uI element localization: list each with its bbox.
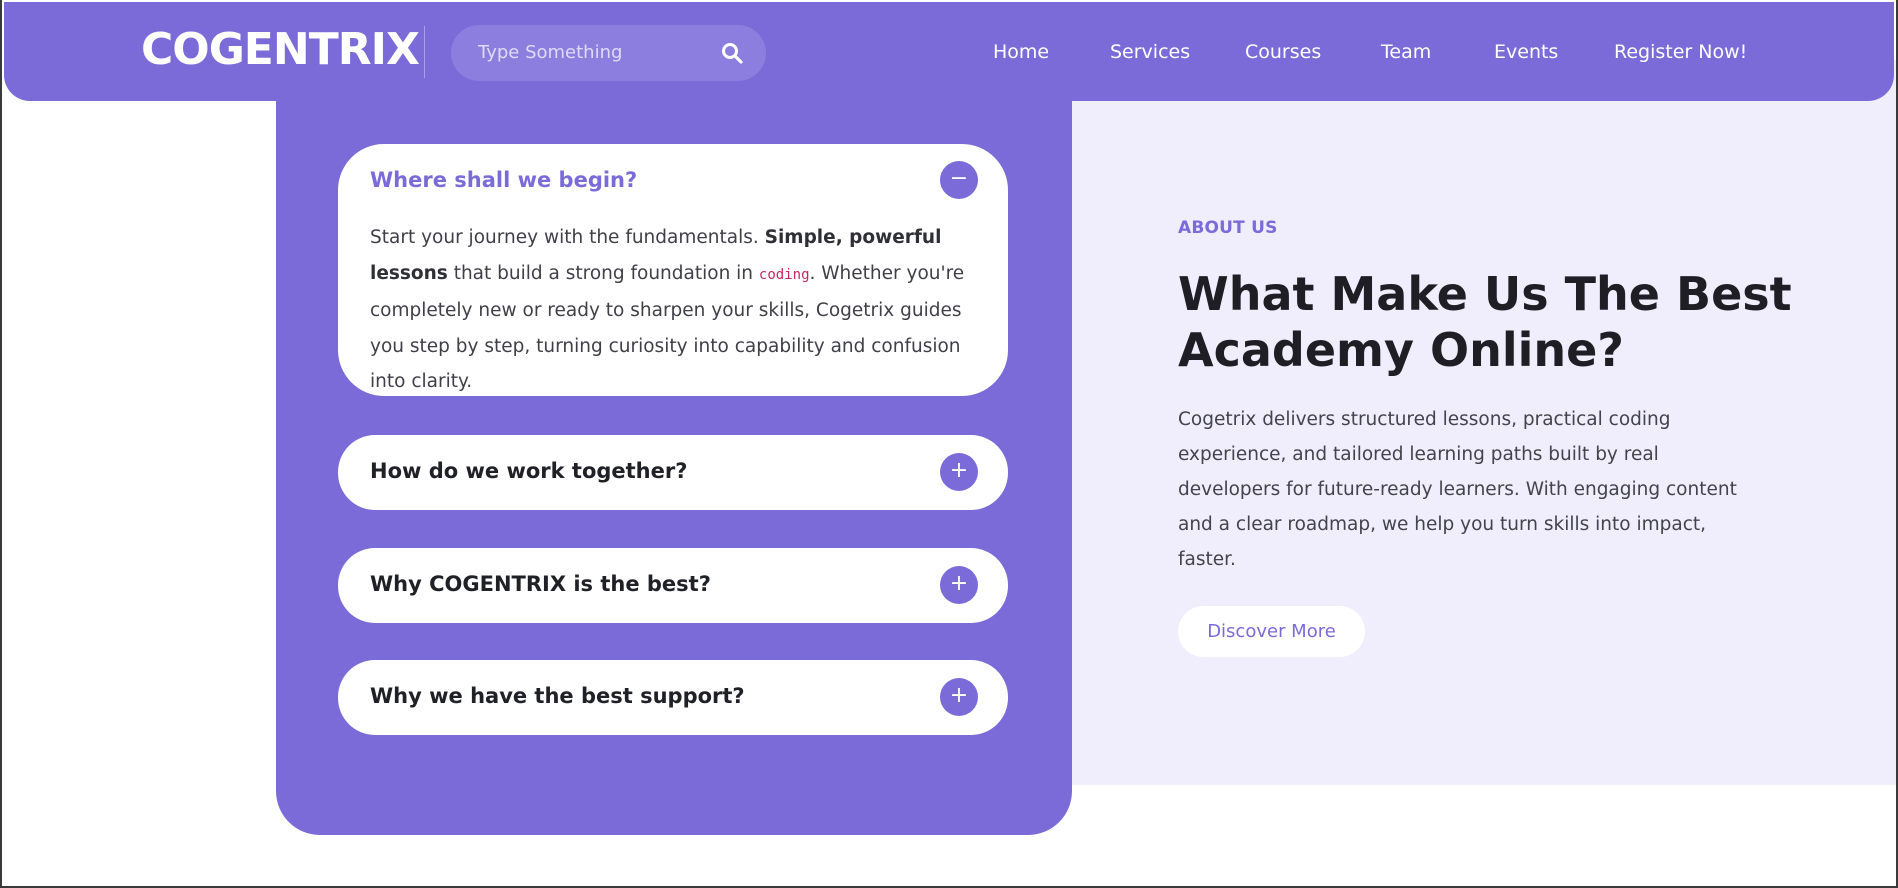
faq-question[interactable]: Where shall we begin? [370,168,637,192]
header-divider [424,26,425,78]
page-frame: Where shall we begin? − Start your journ… [2,0,1896,886]
about-eyebrow: ABOUT US [1178,218,1278,238]
nav-home[interactable]: Home [993,32,1049,72]
discover-more-button[interactable]: Discover More [1178,606,1365,657]
faq-item-where-begin[interactable]: Where shall we begin? − Start your journ… [338,144,1008,396]
nav-courses[interactable]: Courses [1245,32,1321,72]
faq-item-work-together[interactable]: How do we work together? + [338,435,1008,510]
faq-question[interactable]: Why we have the best support? [370,684,745,708]
plus-icon[interactable]: + [940,678,978,716]
faq-panel: Where shall we begin? − Start your journ… [276,60,1072,835]
faq-item-best-support[interactable]: Why we have the best support? + [338,660,1008,735]
faq-answer-code: coding [758,266,810,283]
faq-question[interactable]: Why COGENTRIX is the best? [370,572,711,596]
faq-answer-text: Start your journey with the fundamentals… [370,227,765,248]
nav-services[interactable]: Services [1110,32,1190,72]
plus-icon[interactable]: + [940,566,978,604]
search-bar[interactable]: Type Something [451,25,766,81]
faq-question[interactable]: How do we work together? [370,459,687,483]
faq-item-why-best[interactable]: Why COGENTRIX is the best? + [338,548,1008,623]
about-title: What Make Us The Best Academy Online? [1178,266,1818,378]
faq-answer-text: that build a strong foundation in [447,262,759,284]
about-title-line: Academy Online? [1178,323,1624,377]
search-icon[interactable] [720,41,744,65]
faq-answer: Start your journey with the fundamentals… [370,220,990,400]
about-title-line: What Make Us The Best [1178,267,1792,321]
nav-team[interactable]: Team [1381,32,1431,72]
nav-register[interactable]: Register Now! [1614,32,1747,72]
nav-events[interactable]: Events [1494,32,1558,72]
site-header: COGENTRIX Type Something Home Services C… [4,2,1894,101]
plus-icon[interactable]: + [940,453,978,491]
minus-icon[interactable]: − [940,161,978,199]
logo[interactable]: COGENTRIX [141,22,420,78]
about-description: Cogetrix delivers structured lessons, pr… [1178,409,1737,570]
search-input[interactable]: Type Something [478,25,622,81]
